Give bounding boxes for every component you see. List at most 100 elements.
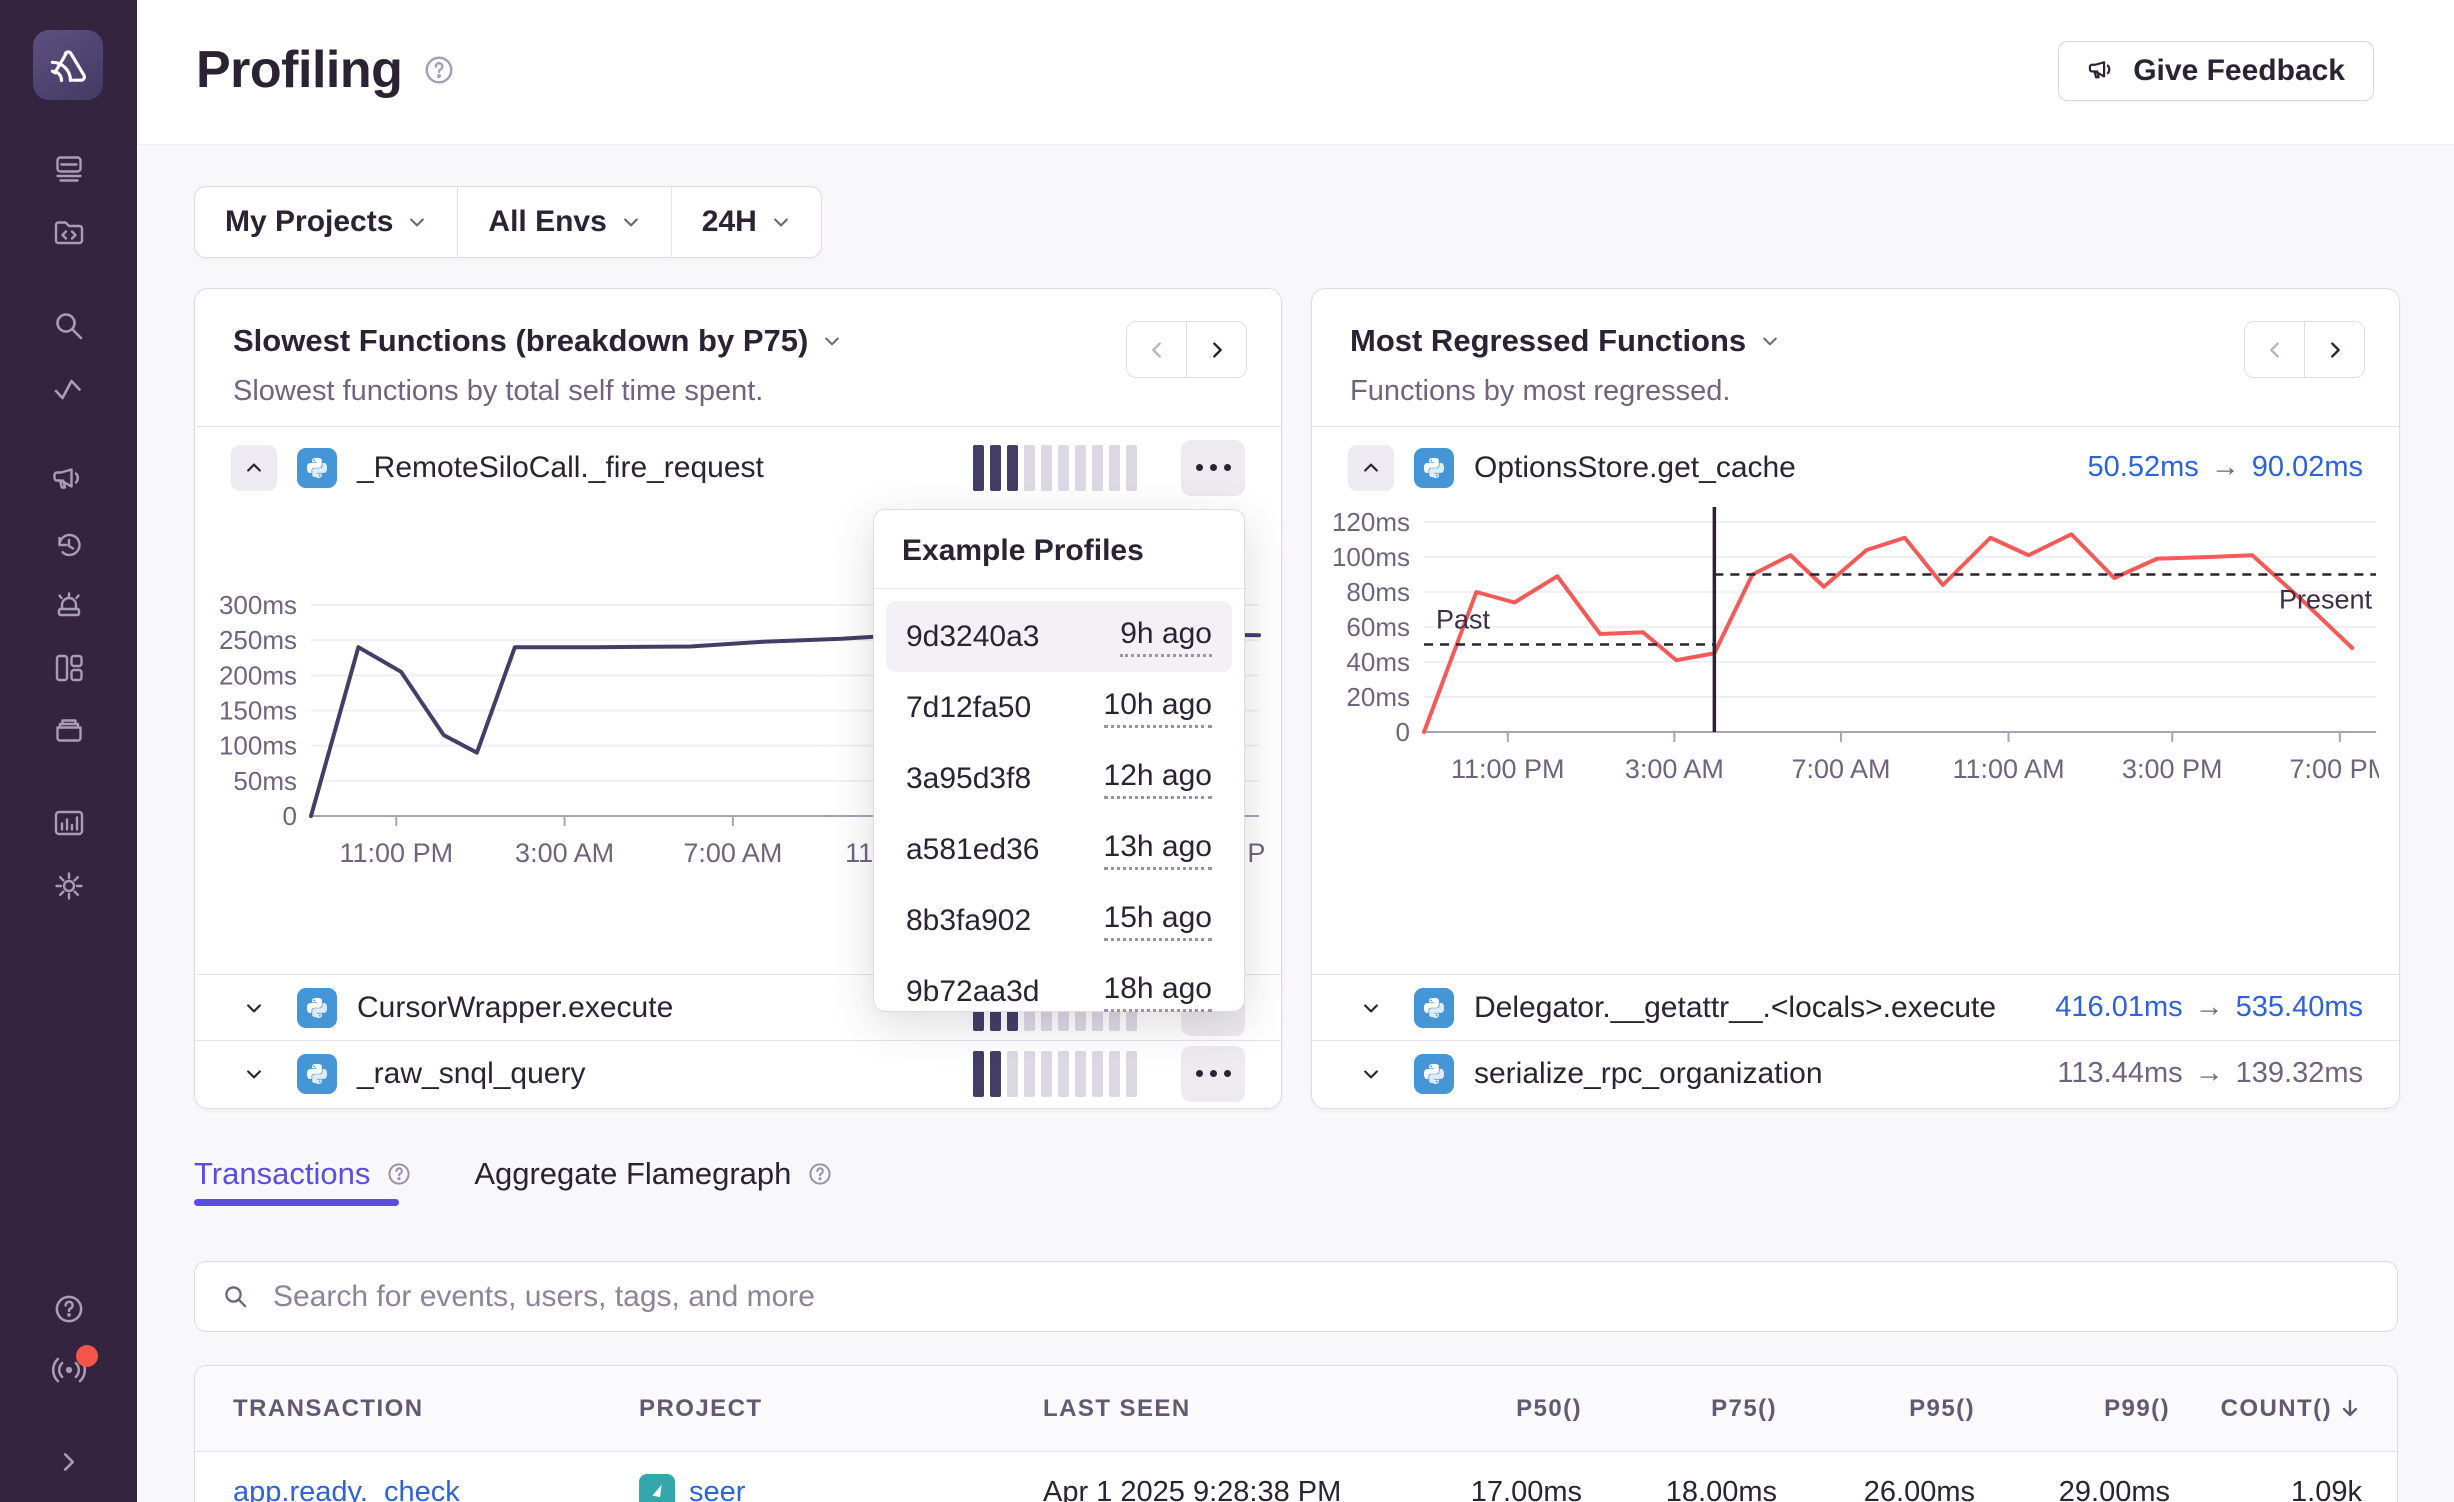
give-feedback-button[interactable]: Give Feedback [2058, 41, 2374, 101]
column-transaction[interactable]: TRANSACTION [233, 1366, 424, 1451]
profile-age-link[interactable]: 15h ago [1104, 901, 1212, 941]
tab-aggregate-flamegraph[interactable]: Aggregate Flamegraph [474, 1156, 835, 1192]
svg-text:250ms: 250ms [219, 625, 297, 655]
megaphone-icon [2087, 56, 2117, 86]
profile-menu-item[interactable]: 9d3240a39h ago [886, 601, 1232, 672]
column-p95[interactable]: P95() [1909, 1366, 1975, 1451]
most-regressed-title-dropdown[interactable]: Most Regressed Functions [1350, 323, 2361, 359]
sidebar-item-stats[interactable] [0, 805, 137, 841]
svg-text:Past: Past [1436, 605, 1491, 635]
environment-filter-label: All Envs [488, 205, 606, 239]
profile-age-link[interactable]: 10h ago [1104, 688, 1212, 728]
column-last-seen[interactable]: LAST SEEN [1043, 1366, 1191, 1451]
profile-age-link[interactable]: 9h ago [1120, 617, 1212, 657]
sidebar-item-replays[interactable] [0, 527, 137, 563]
view-tabs: Transactions Aggregate Flamegraph [194, 1156, 835, 1192]
function-row-expanded[interactable]: _RemoteSiloCall._fire_request [195, 427, 1281, 508]
previous-page-button[interactable] [1127, 322, 1186, 377]
function-sparkline-bars [973, 1051, 1137, 1097]
collapse-button[interactable] [231, 445, 277, 491]
sidebar-item-issues[interactable] [0, 151, 137, 187]
next-page-button[interactable] [1186, 322, 1246, 377]
project-name-link[interactable]: seer [689, 1476, 745, 1502]
sidebar-item-feedback[interactable] [0, 462, 137, 498]
tab-aggregate-flamegraph-label: Aggregate Flamegraph [474, 1156, 791, 1192]
example-profiles-title: Example Profiles [874, 510, 1244, 589]
column-p50[interactable]: P50() [1516, 1366, 1582, 1451]
profile-age-link[interactable]: 12h ago [1104, 759, 1212, 799]
sidebar-item-settings[interactable] [0, 868, 137, 904]
active-tab-indicator [194, 1199, 399, 1206]
regressed-function-row-collapsed[interactable]: Delegator.__getattr__.<locals>.execute 4… [1312, 974, 2399, 1040]
sidebar-item-dashboards[interactable] [0, 650, 137, 686]
p75-cell: 18.00ms [1666, 1452, 1777, 1502]
most-regressed-subtitle: Functions by most regressed. [1350, 375, 2361, 408]
profile-id: 7d12fa50 [906, 691, 1031, 725]
sidebar-item-stacks[interactable] [0, 711, 137, 747]
project-filter[interactable]: My Projects [195, 187, 457, 257]
search-bar [194, 1261, 2398, 1332]
profile-menu-item[interactable]: a581ed3613h ago [886, 814, 1232, 885]
profile-menu-item[interactable]: 7d12fa50 10h ago [886, 672, 1232, 743]
search-input[interactable] [271, 1279, 2371, 1315]
count-cell: 1.09k [2291, 1452, 2362, 1502]
column-p99[interactable]: P99() [2104, 1366, 2170, 1451]
after-duration-link[interactable]: 535.40ms [2236, 991, 2363, 1023]
tab-transactions[interactable]: Transactions [194, 1156, 414, 1192]
column-count-sorted[interactable]: COUNT() [2221, 1366, 2362, 1451]
after-duration-link[interactable]: 90.02ms [2252, 451, 2363, 483]
dashboard-icon [51, 650, 87, 686]
search-icon [51, 308, 87, 344]
expand-button[interactable] [231, 998, 277, 1018]
sidebar-item-traces[interactable] [0, 372, 137, 408]
help-circle-icon[interactable] [422, 53, 456, 87]
expand-button[interactable] [1348, 998, 1394, 1018]
stats-icon [51, 805, 87, 841]
column-p75[interactable]: P75() [1711, 1366, 1777, 1451]
sidebar-item-whats-new[interactable] [0, 1351, 137, 1389]
chevron-down-icon [621, 212, 641, 232]
svg-text:60ms: 60ms [1346, 612, 1410, 642]
regressed-function-row-collapsed[interactable]: serialize_rpc_organization 113.44ms→139.… [1312, 1040, 2399, 1106]
collapse-button[interactable] [1348, 445, 1394, 491]
svg-text:11:00 PM: 11:00 PM [1451, 754, 1565, 784]
help-circle-icon[interactable] [384, 1159, 414, 1189]
gear-icon [51, 868, 87, 904]
time-range-filter[interactable]: 24H [671, 187, 821, 257]
sidebar-collapse-toggle[interactable] [0, 1445, 137, 1479]
page-title-text: Profiling [196, 40, 402, 100]
more-options-button[interactable] [1181, 1046, 1245, 1102]
function-row-collapsed[interactable]: _raw_snql_query [195, 1040, 1281, 1106]
profile-age-link[interactable]: 18h ago [1104, 972, 1212, 1012]
chevron-right-icon [52, 1445, 86, 1479]
table-row[interactable]: app.ready._check seer Apr 1 2025 9:28:38… [195, 1452, 2397, 1502]
sidebar-item-alerts[interactable] [0, 588, 137, 624]
seer-project-icon [639, 1474, 675, 1502]
more-options-button[interactable] [1181, 440, 1245, 496]
arrow-right-icon: → [2195, 991, 2224, 1023]
before-duration-link[interactable]: 50.52ms [2088, 451, 2199, 483]
before-duration-link[interactable]: 416.01ms [2055, 991, 2182, 1023]
environment-filter[interactable]: All Envs [457, 187, 670, 257]
sidebar-item-help[interactable] [0, 1290, 137, 1328]
chevron-down-icon [1760, 331, 1780, 351]
sentry-logo[interactable] [33, 30, 103, 100]
expand-button[interactable] [231, 1064, 277, 1084]
expand-button[interactable] [1348, 1064, 1394, 1084]
slowest-functions-title-dropdown[interactable]: Slowest Functions (breakdown by P75) [233, 323, 1243, 359]
sidebar-item-explore[interactable] [0, 308, 137, 344]
chevron-up-icon [244, 458, 264, 478]
sidebar-item-projects[interactable] [0, 214, 137, 250]
profile-age-link[interactable]: 13h ago [1104, 830, 1212, 870]
chevron-down-icon [244, 1064, 264, 1084]
help-circle-icon[interactable] [805, 1159, 835, 1189]
next-page-button[interactable] [2304, 322, 2364, 377]
previous-page-button[interactable] [2245, 322, 2304, 377]
profile-menu-item[interactable]: 3a95d3f812h ago [886, 743, 1232, 814]
profile-menu-item[interactable]: 9b72aa3d18h ago [886, 956, 1232, 1027]
profile-menu-item[interactable]: 8b3fa90215h ago [886, 885, 1232, 956]
svg-text:0: 0 [283, 801, 297, 831]
column-project[interactable]: PROJECT [639, 1366, 762, 1451]
table-header-row: TRANSACTION PROJECT LAST SEEN P50() P75(… [195, 1366, 2397, 1452]
transaction-link[interactable]: app.ready._check [233, 1452, 460, 1502]
